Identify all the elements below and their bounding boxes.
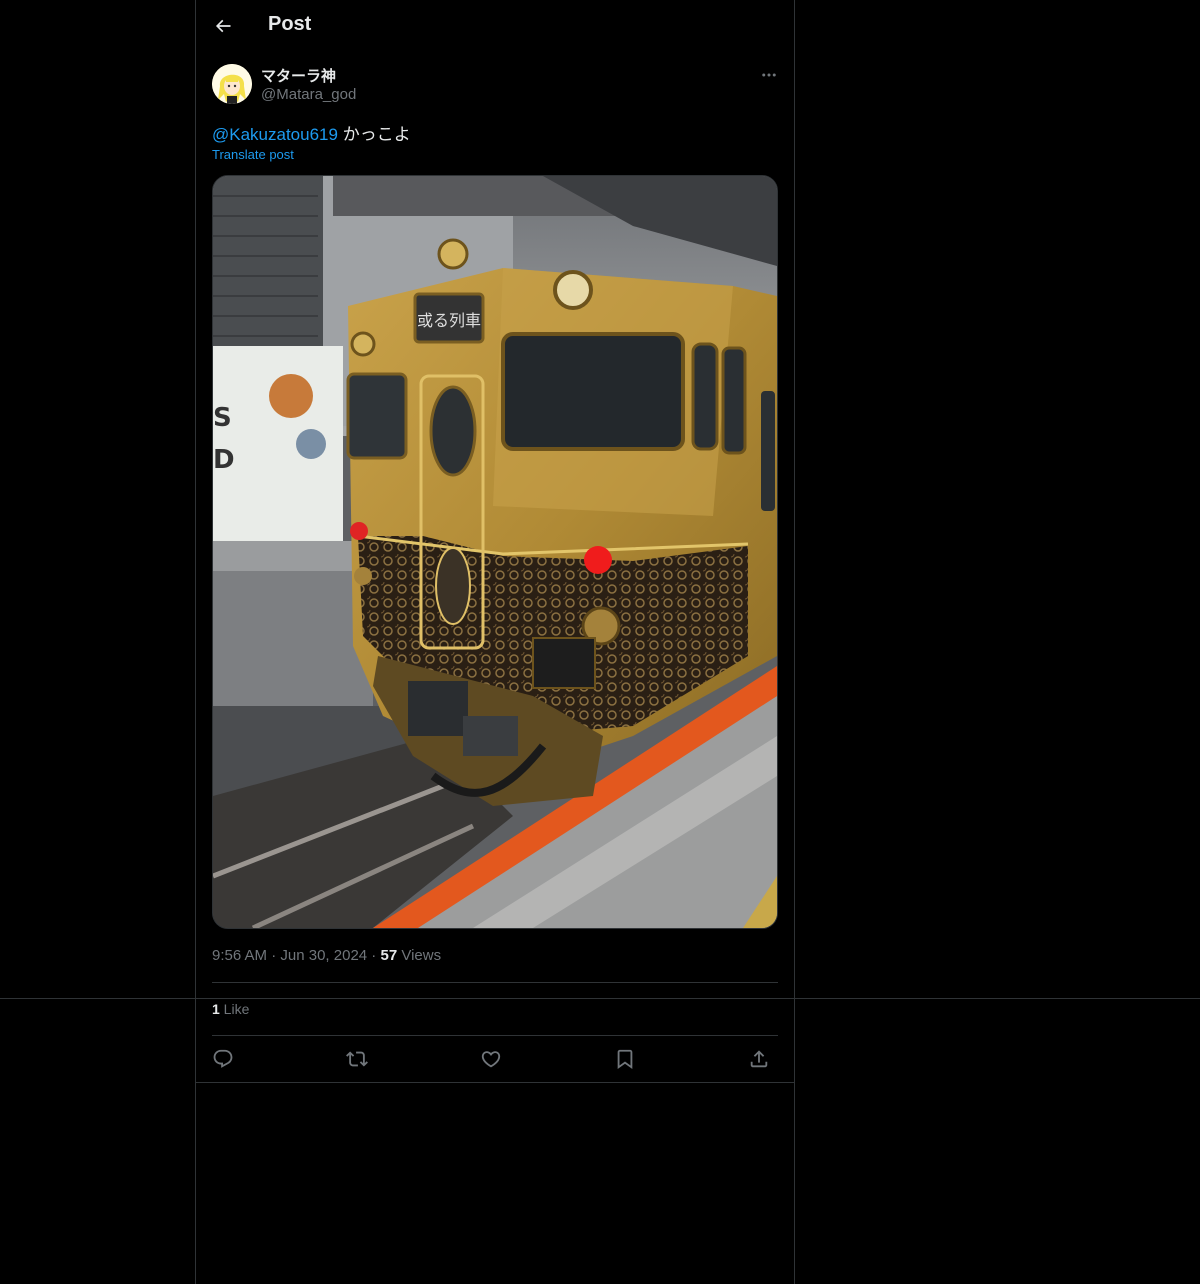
divider <box>212 982 778 983</box>
share-button[interactable] <box>744 1044 774 1074</box>
like-button[interactable] <box>476 1044 506 1074</box>
primary-column: Post マターラ神 @Matara_god @Kakuzatou619 かっこ… <box>195 0 795 1284</box>
divider <box>212 1035 778 1036</box>
more-icon <box>762 73 776 77</box>
views-label: Views <box>397 947 442 964</box>
action-bar <box>212 1044 778 1074</box>
likes-label: Like <box>219 1001 250 1017</box>
svg-text:S: S <box>213 403 232 433</box>
post-metadata: 9:56 AM · Jun 30, 2024 · 57 Views <box>212 947 441 964</box>
svg-text:或る列車: 或る列車 <box>417 311 481 330</box>
train-photo: S D 或る列車 <box>213 176 777 928</box>
share-icon <box>750 1050 768 1068</box>
likes-stat[interactable]: 1 Like <box>212 1001 249 1017</box>
meta-separator: · <box>367 947 381 964</box>
avatar-image <box>212 64 252 104</box>
page-title: Post <box>268 13 312 35</box>
post-time[interactable]: 9:56 AM <box>212 947 267 964</box>
heart-icon <box>481 1051 501 1068</box>
tweet-media-photo[interactable]: S D 或る列車 <box>212 175 778 929</box>
bookmark-button[interactable] <box>610 1044 640 1074</box>
avatar[interactable] <box>212 64 252 104</box>
author-handle[interactable]: @Matara_god <box>261 86 356 103</box>
tweet-body: かっこよ <box>337 125 411 144</box>
post-date[interactable]: Jun 30, 2024 <box>280 947 367 964</box>
mention-link[interactable]: @Kakuzatou619 <box>212 125 338 144</box>
repost-icon <box>346 1051 368 1067</box>
author-display-name[interactable]: マターラ神 <box>261 65 336 86</box>
repost-button[interactable] <box>342 1044 372 1074</box>
reply-button[interactable] <box>208 1044 238 1074</box>
back-button[interactable] <box>206 9 240 43</box>
views-count: 57 <box>380 947 398 964</box>
page-divider <box>0 998 1200 999</box>
arrow-left-icon <box>215 19 231 33</box>
tweet-text: @Kakuzatou619 かっこよ <box>212 120 411 145</box>
page-header: Post <box>196 0 794 54</box>
divider <box>196 1082 794 1083</box>
likes-count: 1 <box>212 1001 220 1017</box>
more-options-button[interactable] <box>756 64 782 86</box>
svg-text:D: D <box>213 445 235 475</box>
bookmark-icon <box>617 1049 633 1070</box>
meta-separator: · <box>267 947 281 964</box>
translate-post-link[interactable]: Translate post <box>212 147 294 162</box>
reply-icon <box>213 1049 233 1068</box>
